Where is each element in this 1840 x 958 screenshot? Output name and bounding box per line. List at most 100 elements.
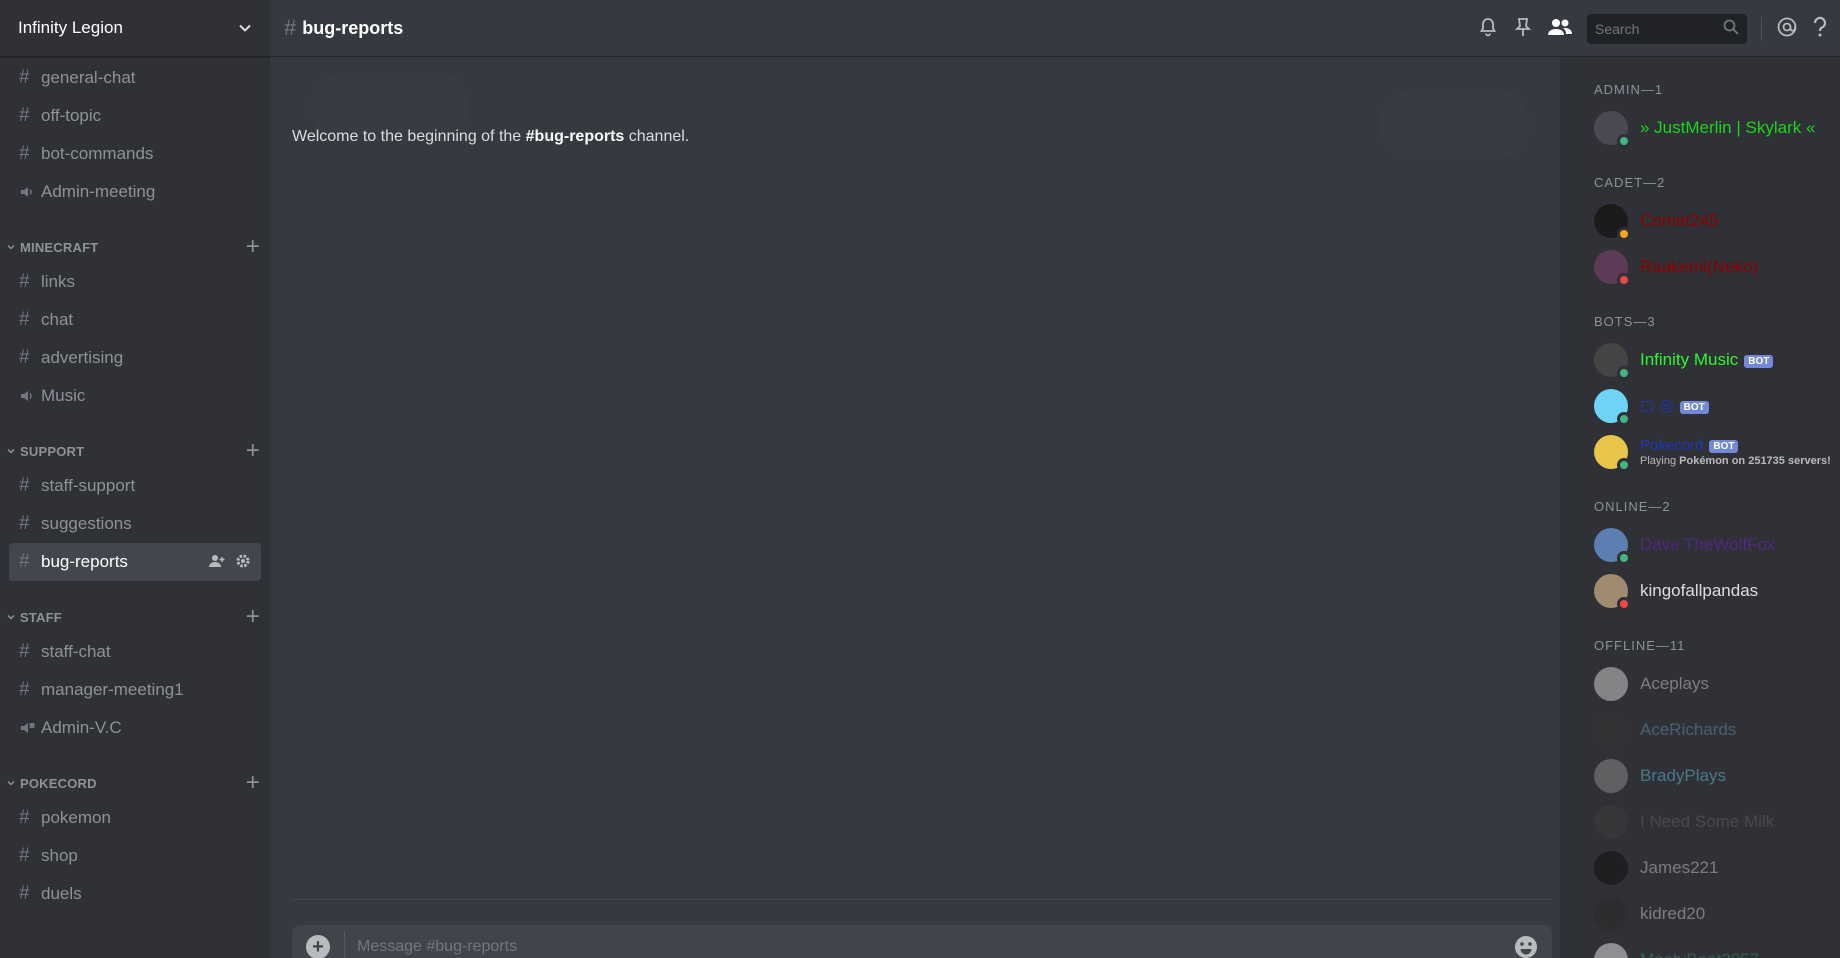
channel-admin-meeting[interactable]: Admin-meeting bbox=[9, 173, 261, 211]
member-name: » JustMerlin | Skylark « bbox=[1640, 118, 1816, 137]
channel-suggestions[interactable]: # suggestions bbox=[9, 505, 261, 543]
channel-tools bbox=[209, 553, 251, 574]
member-item[interactable]: BradyPlays bbox=[1594, 753, 1840, 799]
mentions-icon[interactable] bbox=[1776, 16, 1798, 41]
channel-admin-v-c[interactable]: Admin-V.C bbox=[9, 709, 261, 747]
member-item[interactable]: Aceplays bbox=[1594, 661, 1840, 707]
channel-bug-reports[interactable]: # bug-reports bbox=[9, 543, 261, 581]
channel-advertising[interactable]: # advertising bbox=[9, 339, 261, 377]
channel-links[interactable]: # links bbox=[9, 263, 261, 301]
category-minecraft[interactable]: MINECRAFT + bbox=[0, 234, 270, 260]
settings-gear-icon[interactable] bbox=[235, 553, 251, 574]
category-toggle[interactable]: POKECORD bbox=[6, 776, 97, 791]
member-item[interactable]: James221 bbox=[1594, 845, 1840, 891]
channel-duels[interactable]: # duels bbox=[9, 875, 261, 913]
member-name: MeatyBoat2857 bbox=[1640, 950, 1759, 958]
text-channel-icon: # bbox=[19, 271, 30, 292]
text-channel-icon: # bbox=[19, 551, 30, 572]
chat-area: # bug-reports Search Welcome to the begi… bbox=[270, 0, 1840, 958]
channel-pokemon[interactable]: # pokemon bbox=[9, 799, 261, 837]
text-channel-icon: # bbox=[19, 105, 30, 126]
member-list-icon[interactable] bbox=[1547, 16, 1573, 41]
upload-plus-icon[interactable]: + bbox=[306, 935, 330, 958]
member-item[interactable]: I Need Some Milk bbox=[1594, 799, 1840, 845]
server-header[interactable]: Infinity Legion bbox=[0, 0, 270, 57]
create-channel-plus-icon[interactable]: + bbox=[246, 235, 260, 259]
avatar bbox=[1594, 250, 1631, 287]
channel-label: Admin-meeting bbox=[41, 182, 156, 201]
member-item[interactable]: Infinity Music BOT bbox=[1594, 337, 1840, 383]
category-label: POKECORD bbox=[20, 775, 97, 791]
channel-hash-icon: # bbox=[284, 15, 297, 40]
channel-off-topic[interactable]: # off-topic bbox=[9, 97, 261, 135]
member-item[interactable]: kingofallpandas bbox=[1594, 568, 1840, 614]
member-item[interactable]: kidred20 bbox=[1594, 891, 1840, 937]
category-toggle[interactable]: SUPPORT bbox=[6, 444, 84, 459]
avatar bbox=[1594, 851, 1628, 885]
channel-shop[interactable]: # shop bbox=[9, 837, 261, 875]
avatar bbox=[1594, 713, 1628, 747]
member-name-line: Infinity Music BOT bbox=[1640, 350, 1774, 370]
member-text: Pokecord BOT Playing Pokémon on 251735 ser… bbox=[1640, 437, 1831, 467]
member-item[interactable]: AceRichards bbox=[1594, 707, 1840, 753]
member-item[interactable]: Comet245 bbox=[1594, 198, 1840, 244]
text-channel-icon: # bbox=[19, 513, 30, 534]
channel-general-chat[interactable]: # general-chat bbox=[9, 59, 261, 97]
member-item[interactable]: Pokecord BOT Playing Pokémon on 251735 ser… bbox=[1594, 429, 1840, 475]
scrollbar-track[interactable] bbox=[1560, 57, 1572, 958]
member-text: I Need Some Milk bbox=[1640, 812, 1774, 832]
invite-icon[interactable] bbox=[209, 553, 225, 574]
channel-staff-support[interactable]: # staff-support bbox=[9, 467, 261, 505]
emoji-picker-icon[interactable] bbox=[1514, 935, 1538, 958]
member-item[interactable]: Dave TheWolfFox bbox=[1594, 522, 1840, 568]
member-text: Dave TheWolfFox bbox=[1640, 535, 1775, 555]
composer-separator bbox=[344, 931, 345, 958]
member-name-line: MeatyBoat2857 bbox=[1640, 950, 1759, 958]
avatar bbox=[1594, 111, 1631, 148]
category-toggle[interactable]: MINECRAFT bbox=[6, 240, 98, 255]
text-channel-icon: # bbox=[19, 807, 30, 828]
member-item[interactable]: ◻ ◎ BOT bbox=[1594, 383, 1840, 429]
channel-chat[interactable]: # chat bbox=[9, 301, 261, 339]
member-item[interactable]: MeatyBoat2857 bbox=[1594, 937, 1840, 958]
channel-bot-commands[interactable]: # bot-commands bbox=[9, 135, 261, 173]
status-dnd-indicator bbox=[1617, 597, 1631, 611]
member-name: Dave TheWolfFox bbox=[1640, 535, 1776, 554]
chevron-down-icon bbox=[6, 610, 16, 625]
member-text: BradyPlays bbox=[1640, 766, 1726, 786]
avatar bbox=[1594, 204, 1631, 241]
category-label: STAFF bbox=[20, 609, 62, 625]
avatar bbox=[1594, 435, 1631, 472]
message-composer: + bbox=[292, 925, 1552, 958]
pin-icon[interactable] bbox=[1513, 16, 1533, 41]
member-item[interactable]: » JustMerlin | Skylark « bbox=[1594, 105, 1840, 151]
chevron-down-icon[interactable] bbox=[236, 19, 254, 37]
member-name-line: James221 bbox=[1640, 858, 1718, 878]
member-name-line: BradyPlays bbox=[1640, 766, 1726, 786]
category-pokecord[interactable]: POKECORD + bbox=[0, 770, 270, 796]
member-text: Raakemi(Neko) bbox=[1640, 257, 1758, 277]
channel-manager-meeting1[interactable]: # manager-meeting1 bbox=[9, 671, 261, 709]
avatar bbox=[1594, 943, 1628, 958]
channel-music[interactable]: Music bbox=[9, 377, 261, 415]
notification-bell-icon[interactable] bbox=[1477, 16, 1499, 41]
category-support[interactable]: SUPPORT + bbox=[0, 438, 270, 464]
voice-channel-icon bbox=[19, 388, 41, 404]
channel-label: chat bbox=[41, 310, 74, 329]
create-channel-plus-icon[interactable]: + bbox=[246, 439, 260, 463]
create-channel-plus-icon[interactable]: + bbox=[246, 605, 260, 629]
channel-staff-chat[interactable]: # staff-chat bbox=[9, 633, 261, 671]
member-item[interactable]: Raakemi(Neko) bbox=[1594, 244, 1840, 290]
message-input[interactable] bbox=[357, 938, 1552, 956]
create-channel-plus-icon[interactable]: + bbox=[246, 771, 260, 795]
member-name-line: Dave TheWolfFox bbox=[1640, 535, 1775, 555]
member-name-line: » JustMerlin | Skylark « bbox=[1640, 118, 1815, 138]
status-online-indicator bbox=[1617, 458, 1631, 472]
help-icon[interactable] bbox=[1812, 16, 1828, 41]
member-text: Comet245 bbox=[1640, 211, 1718, 231]
category-toggle[interactable]: STAFF bbox=[6, 610, 62, 625]
search-input[interactable]: Search bbox=[1587, 13, 1747, 44]
category-staff[interactable]: STAFF + bbox=[0, 604, 270, 630]
avatar bbox=[1594, 805, 1628, 839]
member-name: BradyPlays bbox=[1640, 766, 1726, 785]
